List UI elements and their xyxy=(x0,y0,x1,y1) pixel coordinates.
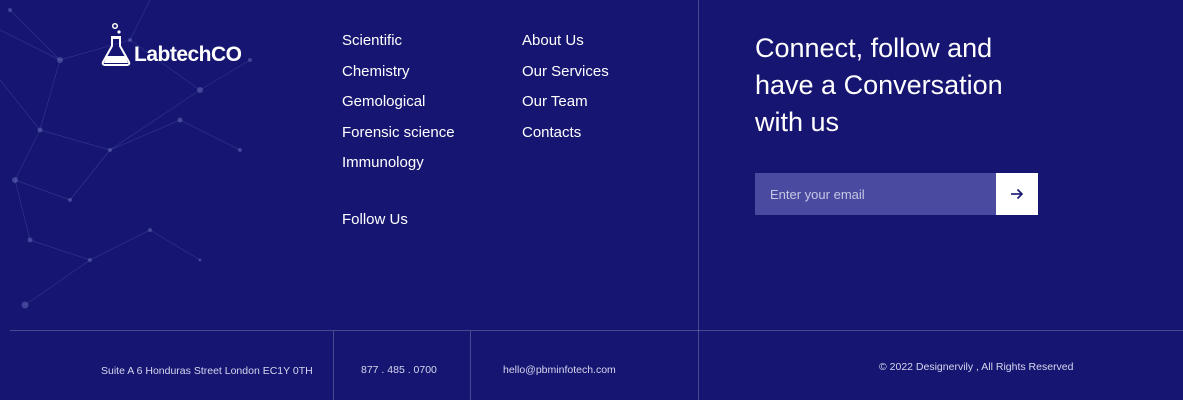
footer-link-about-us[interactable]: About Us xyxy=(522,30,609,61)
footer-link-our-services[interactable]: Our Services xyxy=(522,61,609,92)
bottom-divider-1 xyxy=(333,331,334,400)
bottom-divider-2 xyxy=(470,331,471,400)
footer-link-immunology[interactable]: Immunology xyxy=(342,152,455,183)
newsletter-form xyxy=(755,173,1038,215)
site-footer: LabtechCO Scientific Chemistry Gemologic… xyxy=(0,0,1183,400)
follow-us-link[interactable]: Follow Us xyxy=(342,209,408,231)
footer-link-gemological[interactable]: Gemological xyxy=(342,91,455,122)
phone-link[interactable]: 877 . 485 . 0700 xyxy=(361,364,437,376)
column-divider xyxy=(698,0,699,400)
footer-link-chemistry[interactable]: Chemistry xyxy=(342,61,455,92)
email-link[interactable]: hello@pbminfotech.com xyxy=(503,364,616,376)
email-input[interactable] xyxy=(755,173,996,215)
science-links: Scientific Chemistry Gemological Forensi… xyxy=(342,30,455,183)
footer-link-scientific[interactable]: Scientific xyxy=(342,30,455,61)
footer-divider-line xyxy=(10,330,1183,331)
copyright-text: © 2022 Designervily , All Rights Reserve… xyxy=(879,361,1074,373)
company-links: About Us Our Services Our Team Contacts xyxy=(522,30,609,152)
subscribe-button[interactable] xyxy=(996,173,1038,215)
flask-icon xyxy=(101,22,131,66)
arrow-right-icon xyxy=(1011,188,1024,200)
address-text: Suite A 6 Honduras Street London EC1Y 0T… xyxy=(101,365,313,377)
brand-logo[interactable]: LabtechCO xyxy=(100,22,242,66)
footer-link-our-team[interactable]: Our Team xyxy=(522,91,609,122)
footer-link-contacts[interactable]: Contacts xyxy=(522,122,609,153)
newsletter-headline: Connect, follow and have a Conversation … xyxy=(755,33,1003,137)
brand-name: LabtechCO xyxy=(134,43,242,66)
footer-link-forensic-science[interactable]: Forensic science xyxy=(342,122,455,153)
